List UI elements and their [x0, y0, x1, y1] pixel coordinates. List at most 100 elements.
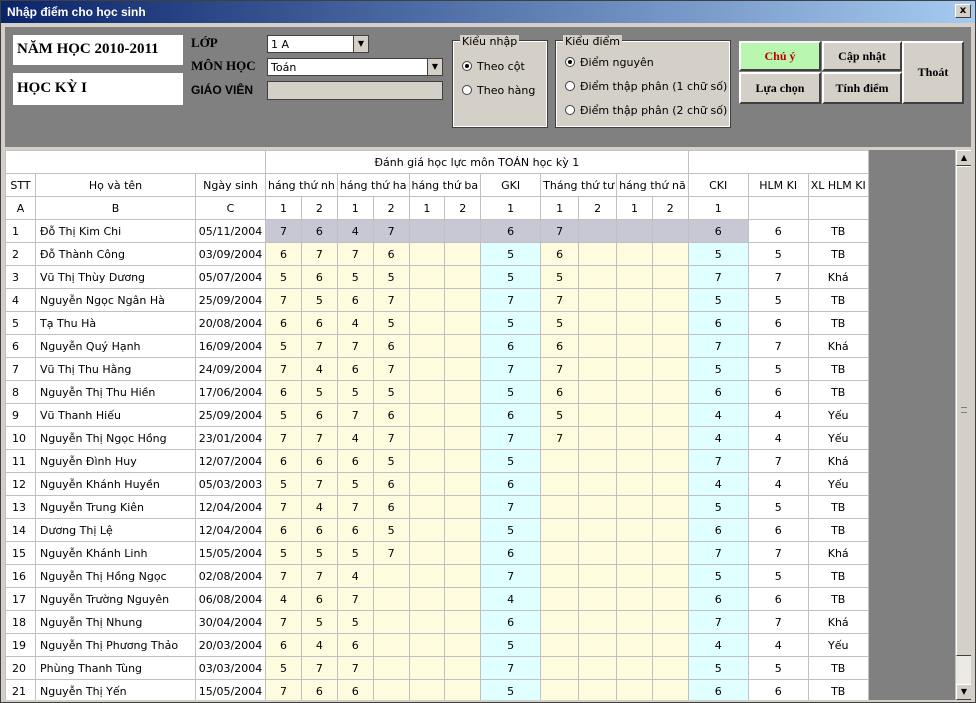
score-cell[interactable]: 6: [265, 449, 302, 473]
score-cell[interactable]: [540, 679, 580, 700]
score-cell[interactable]: 4: [336, 311, 374, 335]
score-cell[interactable]: [372, 679, 410, 700]
score-cell[interactable]: 5: [540, 265, 580, 289]
score-cell[interactable]: 7: [480, 564, 542, 588]
score-cell[interactable]: 4: [687, 426, 749, 450]
score-cell[interactable]: 7: [265, 564, 302, 588]
score-cell[interactable]: 5: [265, 541, 302, 565]
score-cell[interactable]: [444, 610, 482, 634]
score-cell[interactable]: 5: [300, 610, 338, 634]
score-cell[interactable]: 6: [480, 610, 542, 634]
score-cell[interactable]: 7: [336, 334, 374, 358]
score-cell[interactable]: [578, 564, 618, 588]
score-cell[interactable]: 6: [480, 472, 542, 496]
score-cell[interactable]: 7: [747, 610, 809, 634]
score-cell[interactable]: 5: [300, 380, 338, 404]
score-cell[interactable]: Yếu: [807, 633, 869, 657]
score-cell[interactable]: [651, 518, 689, 542]
score-cell[interactable]: [578, 610, 618, 634]
calc-button[interactable]: Tính điểm: [822, 72, 902, 104]
score-cell[interactable]: 7: [747, 265, 809, 289]
table-row[interactable]: 8 Nguyễn Thị Thu Hiền 17/06/2004 6 5 5 5 5 6 6 6 TB: [5, 380, 869, 404]
score-cell[interactable]: 7: [747, 334, 809, 358]
score-cell[interactable]: [540, 633, 580, 657]
score-cell[interactable]: 7: [747, 541, 809, 565]
score-cell[interactable]: 4: [747, 472, 809, 496]
score-cell[interactable]: Khá: [807, 541, 869, 565]
score-cell[interactable]: 5: [265, 265, 302, 289]
score-cell[interactable]: 7: [540, 219, 580, 243]
score-cell[interactable]: 7: [300, 242, 338, 266]
score-cell[interactable]: 6: [372, 242, 410, 266]
score-cell[interactable]: 7: [747, 449, 809, 473]
score-cell[interactable]: 5: [480, 265, 542, 289]
score-cell[interactable]: 4: [687, 403, 749, 427]
score-cell[interactable]: [408, 334, 446, 358]
score-cell[interactable]: Khá: [807, 265, 869, 289]
col-header[interactable]: háng thứ ha: [336, 173, 410, 197]
score-cell[interactable]: 4: [336, 219, 374, 243]
score-cell[interactable]: [540, 449, 580, 473]
score-cell[interactable]: 7: [265, 495, 302, 519]
table-row[interactable]: 18 Nguyễn Thị Nhung 30/04/2004 7 5 5 6 7 7 Khá: [5, 610, 869, 634]
score-cell[interactable]: 7: [265, 679, 302, 700]
score-cell[interactable]: [616, 242, 653, 266]
score-cell[interactable]: [651, 564, 689, 588]
score-cell[interactable]: [578, 380, 618, 404]
table-row[interactable]: 20 Phùng Thanh Tùng 03/03/2004 5 7 7 7 5 5 TB: [5, 656, 869, 680]
score-cell[interactable]: [540, 656, 580, 680]
score-cell[interactable]: 4: [480, 587, 542, 611]
score-cell[interactable]: [616, 541, 653, 565]
score-cell[interactable]: 5: [480, 633, 542, 657]
score-cell[interactable]: 4: [300, 495, 338, 519]
score-cell[interactable]: [444, 449, 482, 473]
score-cell[interactable]: 5: [372, 265, 410, 289]
score-cell[interactable]: [616, 472, 653, 496]
score-cell[interactable]: 5: [300, 288, 338, 312]
table-row[interactable]: 3 Vũ Thị Thùy Dương 05/07/2004 5 6 5 5 5 5 7 7 Khá: [5, 265, 869, 289]
score-cell[interactable]: 6: [265, 633, 302, 657]
score-cell[interactable]: 6: [300, 403, 338, 427]
score-cell[interactable]: [578, 426, 618, 450]
teacher-field[interactable]: [267, 81, 443, 100]
col-header[interactable]: Tháng thứ tư: [540, 173, 618, 197]
score-cell[interactable]: 6: [687, 380, 749, 404]
table-row[interactable]: 10 Nguyễn Thị Ngọc Hồng 23/01/2004 7 7 4 7 7 7 4 4…: [5, 426, 869, 450]
score-cell[interactable]: 6: [687, 587, 749, 611]
score-cell[interactable]: 7: [300, 426, 338, 450]
chevron-down-icon[interactable]: ▼: [427, 59, 442, 75]
score-cell[interactable]: [444, 495, 482, 519]
score-cell[interactable]: 6: [336, 288, 374, 312]
col-header[interactable]: háng thứ nh: [265, 173, 338, 197]
score-cell[interactable]: [651, 633, 689, 657]
score-cell[interactable]: Yếu: [807, 426, 869, 450]
score-cell[interactable]: 6: [747, 219, 809, 243]
score-cell[interactable]: 6: [336, 357, 374, 381]
score-cell[interactable]: [651, 242, 689, 266]
score-cell[interactable]: 7: [300, 472, 338, 496]
score-cell[interactable]: [616, 334, 653, 358]
score-cell[interactable]: 6: [372, 334, 410, 358]
score-cell[interactable]: 6: [300, 219, 338, 243]
score-cell[interactable]: [616, 311, 653, 335]
score-cell[interactable]: [578, 449, 618, 473]
col-header[interactable]: háng thứ nă: [616, 173, 689, 197]
score-cell[interactable]: [651, 472, 689, 496]
radio-by-row[interactable]: Theo hàng: [462, 84, 535, 97]
score-cell[interactable]: 6: [372, 472, 410, 496]
score-cell[interactable]: 4: [747, 633, 809, 657]
score-cell[interactable]: 6: [747, 380, 809, 404]
score-cell[interactable]: [444, 518, 482, 542]
score-cell[interactable]: [408, 311, 446, 335]
score-cell[interactable]: 5: [747, 242, 809, 266]
table-row[interactable]: 19 Nguyễn Thị Phương Thảo 20/03/2004 6 4 6 5 4 4…: [5, 633, 869, 657]
score-cell[interactable]: [444, 403, 482, 427]
score-cell[interactable]: [616, 656, 653, 680]
score-cell[interactable]: 5: [747, 495, 809, 519]
score-cell[interactable]: [408, 564, 446, 588]
score-cell[interactable]: Yếu: [807, 472, 869, 496]
score-cell[interactable]: 5: [480, 242, 542, 266]
score-cell[interactable]: TB: [807, 564, 869, 588]
score-cell[interactable]: 7: [687, 334, 749, 358]
score-cell[interactable]: 6: [540, 380, 580, 404]
